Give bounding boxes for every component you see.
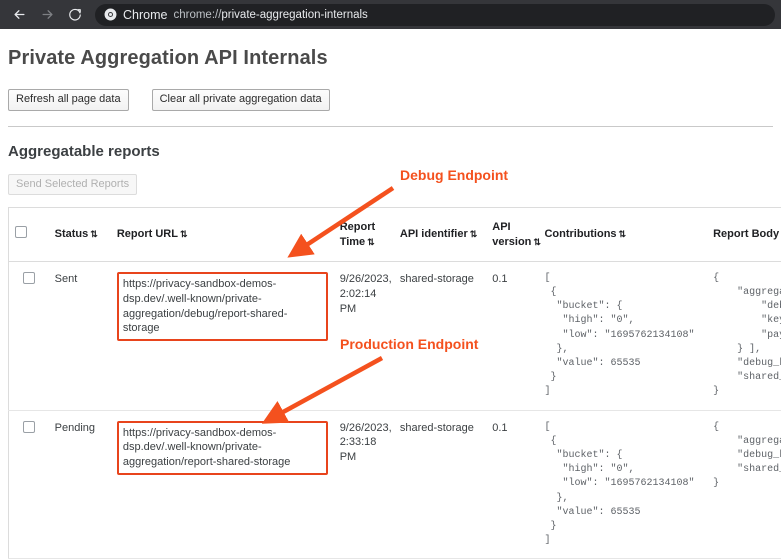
column-header-status[interactable]: Status⇅ [49,208,111,262]
row-select-checkbox[interactable] [23,421,35,433]
column-header-report-body[interactable]: Report Body⇅ [707,208,781,262]
section-title-aggregatable-reports: Aggregatable reports [8,143,773,160]
omnibox-url: chrome://private-aggregation-internals [173,9,367,21]
cell-api-identifier: shared-storage [394,410,486,559]
cell-report-body: { "aggregatio "debug_key" "shared_inf } [707,410,781,559]
column-header-api-identifier[interactable]: API identifier⇅ [394,208,486,262]
section-divider [8,126,773,127]
column-header-report-url[interactable]: Report URL⇅ [111,208,334,262]
report-url-highlight-box: https://privacy-sandbox-demos-dsp.dev/.w… [117,421,328,476]
reload-icon [68,8,82,22]
column-header-report-url-label: Report URL [117,228,178,240]
refresh-all-page-data-button[interactable]: Refresh all page data [8,89,129,111]
send-selected-reports-button[interactable]: Send Selected Reports [8,174,137,196]
cell-report-body: { "aggregatio "debug_c "key_id" "payload… [707,261,781,410]
report-body-json: { "aggregatio "debug_key" "shared_inf } [713,421,781,492]
cell-api-identifier: shared-storage [394,261,486,410]
forward-button[interactable] [34,3,60,27]
column-header-report-body-label: Report Body [713,228,779,240]
cell-contributions: [ { "bucket": { "high": "0", "low": "169… [538,410,707,559]
sort-icon[interactable]: ⇅ [619,229,627,239]
sort-icon[interactable]: ⇅ [533,237,541,247]
contributions-json: [ { "bucket": { "high": "0", "low": "169… [544,272,701,400]
page-content: Private Aggregation API Internals Refres… [0,47,781,559]
aggregatable-reports-table: Status⇅ Report URL⇅ Report Time⇅ API ide… [8,207,781,559]
reload-button[interactable] [62,3,88,27]
chrome-logo-icon [104,8,117,21]
send-reports-row: Send Selected Reports [8,174,773,196]
table-body: Sent https://privacy-sandbox-demos-dsp.d… [9,261,781,558]
page-action-buttons: Refresh all page data Clear all private … [8,89,773,111]
report-url-text: https://privacy-sandbox-demos-dsp.dev/.w… [123,278,288,335]
table-row: Sent https://privacy-sandbox-demos-dsp.d… [9,261,781,410]
table-header: Status⇅ Report URL⇅ Report Time⇅ API ide… [9,208,781,262]
column-header-api-version-label: API version [492,221,531,247]
column-header-contributions-label: Contributions [544,228,616,240]
table-header-row: Status⇅ Report URL⇅ Report Time⇅ API ide… [9,208,781,262]
cell-contributions: [ { "bucket": { "high": "0", "low": "169… [538,261,707,410]
omnibox[interactable]: Chrome chrome://private-aggregation-inte… [95,4,775,26]
report-body-json: { "aggregatio "debug_c "key_id" "payload… [713,272,781,400]
contributions-json: [ { "bucket": { "high": "0", "low": "169… [544,421,701,549]
column-header-api-identifier-label: API identifier [400,228,468,240]
omnibox-url-scheme: chrome:// [173,9,221,21]
cell-report-url: https://privacy-sandbox-demos-dsp.dev/.w… [111,410,334,559]
select-all-checkbox[interactable] [15,226,27,238]
report-url-text: https://privacy-sandbox-demos-dsp.dev/.w… [123,427,291,469]
omnibox-brand-label: Chrome [123,8,167,22]
cell-api-version: 0.1 [486,261,538,410]
cell-api-version: 0.1 [486,410,538,559]
column-header-report-time[interactable]: Report Time⇅ [334,208,394,262]
cell-status: Pending [49,410,111,559]
cell-status: Sent [49,261,111,410]
column-header-status-label: Status [55,228,89,240]
clear-all-private-aggregation-data-button[interactable]: Clear all private aggregation data [152,89,330,111]
browser-toolbar: Chrome chrome://private-aggregation-inte… [0,0,781,29]
arrow-left-icon [12,7,27,22]
sort-icon[interactable]: ⇅ [180,229,188,239]
row-select-checkbox[interactable] [23,272,35,284]
column-header-contributions[interactable]: Contributions⇅ [538,208,707,262]
column-header-api-version[interactable]: API version⇅ [486,208,538,262]
omnibox-url-host: private-aggregation-internals [221,9,367,21]
table-row: Pending https://privacy-sandbox-demos-ds… [9,410,781,559]
select-all-header [9,208,49,262]
cell-report-url: https://privacy-sandbox-demos-dsp.dev/.w… [111,261,334,410]
row-select-cell [9,261,49,410]
row-select-cell [9,410,49,559]
report-url-highlight-box: https://privacy-sandbox-demos-dsp.dev/.w… [117,272,328,341]
page-title: Private Aggregation API Internals [8,47,773,70]
cell-report-time: 9/26/2023, 2:02:14 PM [334,261,394,410]
cell-report-time: 9/26/2023, 2:33:18 PM [334,410,394,559]
sort-icon[interactable]: ⇅ [90,229,98,239]
arrow-right-icon [40,7,55,22]
sort-icon[interactable]: ⇅ [367,237,375,247]
sort-icon[interactable]: ⇅ [470,229,478,239]
back-button[interactable] [6,3,32,27]
